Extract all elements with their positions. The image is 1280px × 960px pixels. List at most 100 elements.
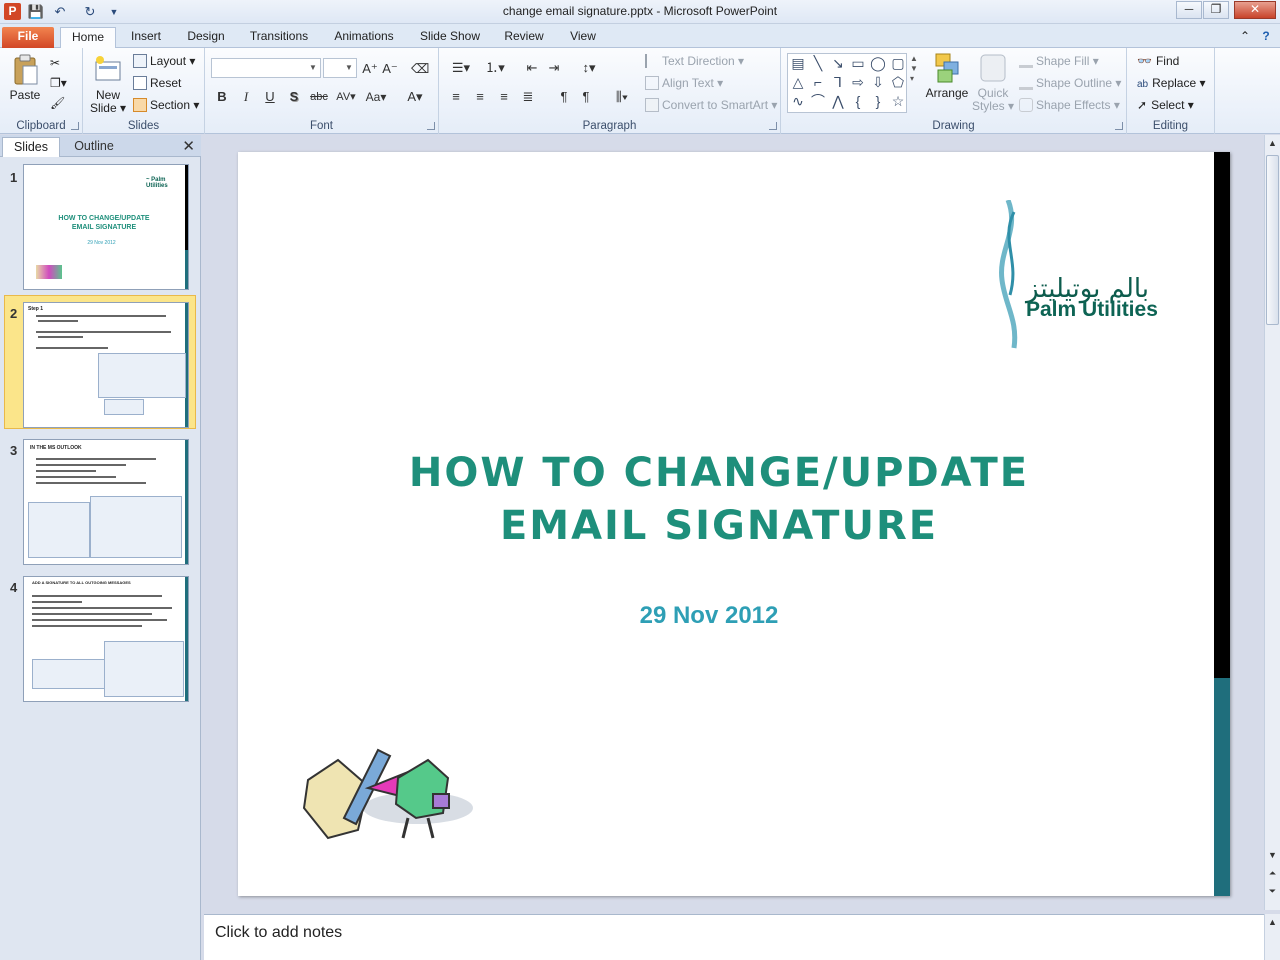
previous-slide-icon[interactable]: ⏶	[1265, 865, 1280, 881]
drawing-launcher-icon[interactable]	[1115, 122, 1123, 130]
right-to-left-icon[interactable]: ¶	[577, 88, 595, 106]
next-slide-icon[interactable]: ⏷	[1265, 883, 1280, 899]
align-right-icon[interactable]: ≡	[495, 88, 513, 106]
justify-icon[interactable]: ≣	[519, 88, 537, 106]
bullets-icon[interactable]: ☰▾	[447, 59, 475, 77]
minimize-ribbon-icon[interactable]: ⌃	[1236, 27, 1254, 48]
strikethrough-button[interactable]: abc	[307, 88, 331, 106]
paste-button[interactable]: Paste	[6, 54, 44, 102]
tab-view[interactable]: View	[562, 27, 604, 48]
tab-home[interactable]: Home	[60, 27, 116, 49]
font-name-combo[interactable]: ▼	[211, 58, 321, 78]
copy-icon[interactable]: ❐▾	[50, 74, 67, 92]
arc-shape-icon[interactable]: ⌒	[808, 92, 828, 110]
tab-transitions[interactable]: Transitions	[244, 27, 314, 48]
change-case-button[interactable]: Aa▾	[363, 88, 389, 106]
tab-insert[interactable]: Insert	[124, 27, 168, 48]
numbering-icon[interactable]: ⒈▾	[481, 59, 509, 77]
tab-review[interactable]: Review	[500, 27, 548, 48]
shapes-gallery[interactable]: ▤ ╲ ↘ ▭ ◯ ▢ △ ⌐ ⅂ ⇨ ⇩ ⬠ ∿ ⌒ ⋀ { } ☆	[787, 53, 907, 113]
curve-shape-icon[interactable]: ∿	[788, 92, 808, 110]
convert-smartart-button[interactable]: Convert to SmartArt ▾	[645, 96, 777, 114]
align-center-icon[interactable]: ≡	[471, 88, 489, 106]
minimize-button[interactable]: ─	[1176, 1, 1202, 19]
replace-button[interactable]: ab Replace ▾	[1137, 74, 1206, 92]
left-to-right-icon[interactable]: ¶	[555, 88, 573, 106]
flowchart-shape-icon[interactable]: ⬠	[888, 73, 908, 91]
font-color-button[interactable]: A▾	[403, 88, 427, 106]
slide-thumbnail-1[interactable]: ~ Palm Utilities HOW TO CHANGE/UPDATE EM…	[23, 164, 189, 290]
underline-button[interactable]: U	[261, 88, 279, 106]
right-brace-shape-icon[interactable]: }	[868, 92, 888, 110]
line-shape-icon[interactable]: ╲	[808, 54, 828, 72]
quick-styles-button[interactable]: Quick Styles ▾	[971, 52, 1015, 113]
gallery-scroll-icon[interactable]: ▲ ▼ ▾	[910, 54, 918, 83]
new-slide-button[interactable]: New Slide ▾	[87, 54, 129, 115]
character-spacing-button[interactable]: AV▾	[333, 88, 359, 106]
find-button[interactable]: 👓 Find	[1137, 52, 1179, 70]
tab-outline[interactable]: Outline	[62, 137, 126, 157]
italic-button[interactable]: I	[237, 88, 255, 106]
triangle-shape-icon[interactable]: △	[788, 73, 808, 91]
shrink-font-button[interactable]: A⁻	[381, 60, 399, 78]
shape-fill-button[interactable]: Shape Fill ▾	[1019, 52, 1099, 70]
cut-icon[interactable]: ✂	[50, 54, 60, 72]
select-button[interactable]: ➚ Select ▾	[1137, 96, 1194, 114]
align-left-icon[interactable]: ≡	[447, 88, 465, 106]
text-direction-button[interactable]: Text Direction ▾	[645, 52, 744, 70]
paragraph-launcher-icon[interactable]	[769, 122, 777, 130]
close-button[interactable]: ✕	[1234, 1, 1276, 19]
slide-thumbnail-4[interactable]: ADD A SIGNATURE TO ALL OUTGOING MESSAGES	[23, 576, 189, 702]
slide-date[interactable]: 29 Nov 2012	[238, 602, 1180, 630]
format-painter-icon[interactable]: 🖌	[50, 94, 65, 112]
scroll-up-icon[interactable]: ▲	[1265, 914, 1280, 930]
notes-pane[interactable]: Click to add notes	[204, 914, 1264, 960]
slide-title[interactable]: HOW TO CHANGE/UPDATE EMAIL SIGNATURE	[238, 447, 1200, 553]
increase-indent-icon[interactable]: ⇥	[545, 59, 563, 77]
current-slide[interactable]: بالم يوتيليتز Palm Utilities HOW TO CHAN…	[238, 152, 1230, 896]
reset-button[interactable]: Reset	[133, 74, 181, 92]
font-launcher-icon[interactable]	[427, 122, 435, 130]
elbow-connector-shape-icon[interactable]: ⌐	[808, 73, 828, 91]
decrease-indent-icon[interactable]: ⇤	[523, 59, 541, 77]
down-arrow-shape-icon[interactable]: ⇩	[868, 73, 888, 91]
clipboard-launcher-icon[interactable]	[71, 122, 79, 130]
tab-slide-show[interactable]: Slide Show	[414, 27, 486, 48]
arrange-button[interactable]: Arrange	[925, 52, 969, 100]
elbow-arrow-shape-icon[interactable]: ⅂	[828, 73, 848, 91]
close-icon[interactable]: ✕	[182, 137, 195, 155]
shape-effects-button[interactable]: Shape Effects ▾	[1019, 96, 1120, 114]
vertical-scrollbar[interactable]: ▲ ▼ ⏶ ⏷	[1264, 135, 1280, 910]
restore-button[interactable]: ❐	[1203, 1, 1229, 19]
tab-file[interactable]: File	[2, 27, 54, 48]
grow-font-button[interactable]: A⁺	[361, 60, 379, 78]
scroll-down-icon[interactable]: ▼	[1265, 847, 1280, 863]
tab-animations[interactable]: Animations	[330, 27, 398, 48]
star-shape-icon[interactable]: ☆	[888, 92, 908, 110]
slide-thumbnail-2[interactable]: Step 1	[23, 302, 189, 428]
layout-button[interactable]: Layout ▾	[133, 52, 195, 70]
scrollbar-thumb[interactable]	[1266, 155, 1279, 325]
text-shadow-button[interactable]: S	[285, 88, 303, 106]
align-text-button[interactable]: Align Text ▾	[645, 74, 723, 92]
font-size-combo[interactable]: ▼	[323, 58, 357, 78]
tab-slides[interactable]: Slides	[2, 137, 60, 157]
help-icon[interactable]: ?	[1256, 27, 1276, 48]
arrow-line-shape-icon[interactable]: ↘	[828, 54, 848, 72]
bold-button[interactable]: B	[213, 88, 231, 106]
rounded-rect-shape-icon[interactable]: ▢	[888, 54, 908, 72]
scroll-up-icon[interactable]: ▲	[1265, 135, 1280, 151]
notes-scrollbar[interactable]: ▲	[1264, 914, 1280, 960]
shape-outline-button[interactable]: Shape Outline ▾	[1019, 74, 1121, 92]
textbox-shape-icon[interactable]: ▤	[788, 54, 808, 72]
left-brace-shape-icon[interactable]: {	[848, 92, 868, 110]
columns-icon[interactable]: ⫼▾	[609, 88, 635, 106]
line-spacing-icon[interactable]: ↕▾	[575, 59, 603, 77]
section-button[interactable]: Section ▾	[133, 96, 199, 114]
slide-thumbnail-3[interactable]: IN THE MS OUTLOOK	[23, 439, 189, 565]
clear-formatting-icon[interactable]: ⌫	[411, 60, 429, 78]
freeform-shape-icon[interactable]: ⋀	[828, 92, 848, 110]
oval-shape-icon[interactable]: ◯	[868, 54, 888, 72]
rectangle-shape-icon[interactable]: ▭	[848, 54, 868, 72]
tab-design[interactable]: Design	[182, 27, 230, 48]
